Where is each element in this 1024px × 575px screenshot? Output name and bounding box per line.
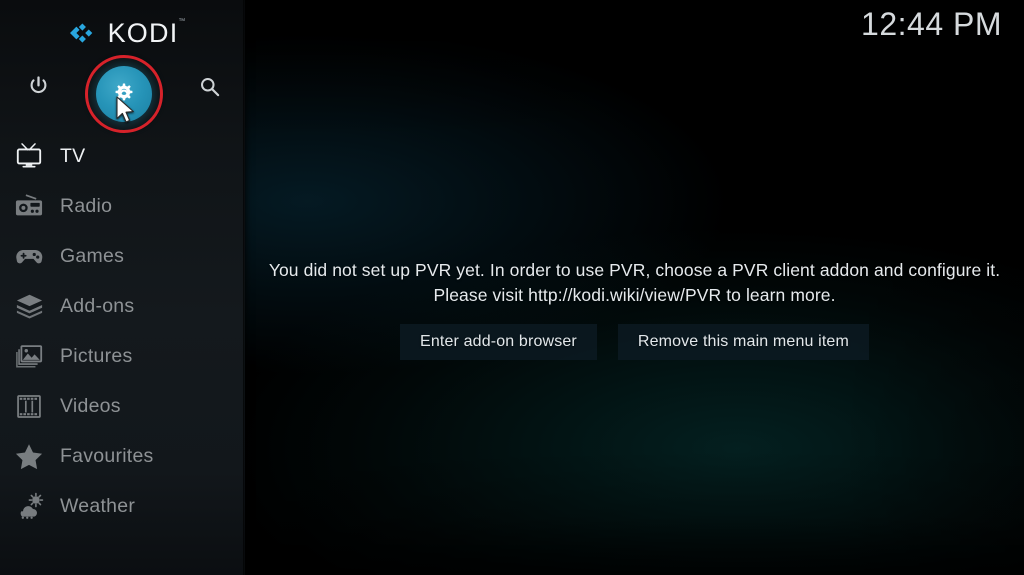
sidebar-item-label: TV [60,144,86,167]
search-icon[interactable] [189,66,229,106]
kodi-home-screen: 12:44 PM You did not set up PVR yet. In … [0,0,1024,575]
pvr-message-line-2: Please visit http://kodi.wiki/view/PVR t… [433,285,836,305]
main-menu: TV Radio Games Add-ons Pictures Videos F… [0,131,245,531]
film-strip-icon [13,391,45,421]
kodi-trademark: ™ [178,17,187,25]
sidebar: KODI ™ TV Radio Games Add-ons Pictures V… [0,0,245,575]
sidebar-item-label: Radio [60,194,113,217]
radio-icon [13,191,45,221]
weather-icon [13,491,45,521]
sidebar-item-label: Favourites [60,444,154,467]
sidebar-item-add-ons[interactable]: Add-ons [0,281,245,331]
sidebar-edge-shadow [243,0,246,575]
sidebar-item-videos[interactable]: Videos [0,381,245,431]
star-icon [13,441,45,471]
sidebar-item-games[interactable]: Games [0,231,245,281]
gamepad-icon [13,241,45,271]
sidebar-item-radio[interactable]: Radio [0,181,245,231]
main-content-panel: You did not set up PVR yet. In order to … [245,0,1024,575]
pictures-icon [13,341,45,371]
remove-main-menu-item-button[interactable]: Remove this main menu item [617,324,869,360]
mouse-cursor-icon [114,95,138,125]
kodi-wordmark: KODI [107,17,179,48]
sidebar-item-label: Pictures [60,344,133,367]
power-icon[interactable] [18,66,58,106]
kodi-logo-mark-icon [67,18,97,48]
sidebar-item-label: Videos [60,394,121,417]
addons-box-icon [13,291,45,321]
enter-addon-browser-button[interactable]: Enter add-on browser [400,324,597,360]
sidebar-item-label: Add-ons [60,294,135,317]
pvr-message-line-1: You did not set up PVR yet. In order to … [268,260,1001,280]
sidebar-item-label: Games [60,244,125,267]
kodi-logo: KODI ™ [0,13,245,53]
sidebar-item-weather[interactable]: Weather [0,481,245,531]
sidebar-item-pictures[interactable]: Pictures [0,331,245,381]
clock: 12:44 PM [861,6,1002,42]
kodi-logo-text: KODI ™ [107,17,186,48]
pvr-setup-message: You did not set up PVR yet. In order to … [245,258,1024,308]
sidebar-item-tv[interactable]: TV [0,131,245,181]
sidebar-item-label: Weather [60,494,136,517]
sidebar-item-favourites[interactable]: Favourites [0,431,245,481]
tv-icon [13,141,45,171]
pvr-action-buttons: Enter add-on browser Remove this main me… [245,324,1024,360]
